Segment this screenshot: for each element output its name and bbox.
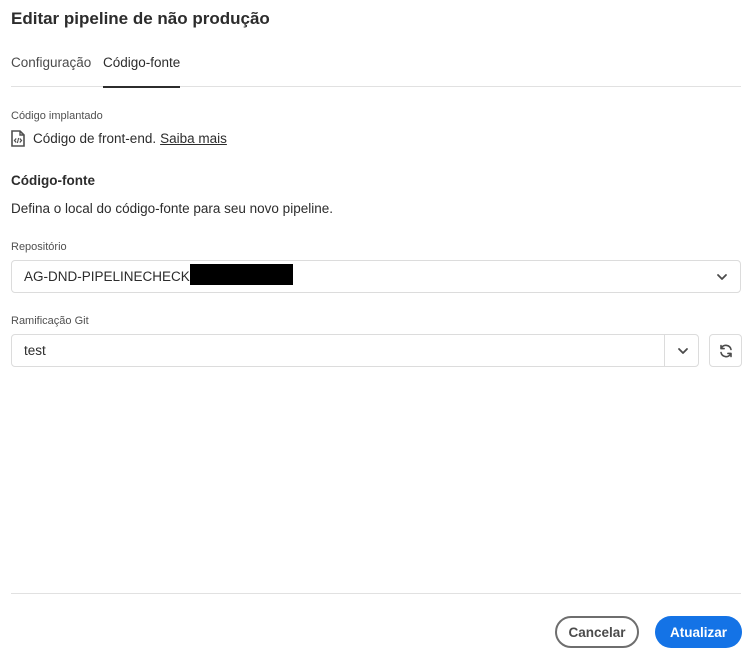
cancel-button[interactable]: Cancelar [555, 616, 639, 648]
update-button[interactable]: Atualizar [655, 616, 742, 648]
repository-label: Repositório [11, 241, 67, 253]
refresh-branches-button[interactable] [709, 334, 742, 367]
redacted-block [190, 264, 293, 285]
learn-more-link[interactable]: Saiba mais [160, 131, 227, 146]
tab-list: Configuração Código-fonte [11, 52, 741, 88]
git-branch-label: Ramificação Git [11, 315, 89, 327]
tab-configuracao[interactable]: Configuração [11, 55, 91, 87]
tab-codigo-fonte[interactable]: Código-fonte [103, 55, 181, 88]
git-branch-dropdown-button[interactable] [665, 335, 699, 366]
deployed-code-row: Código de front-end. Saiba mais [11, 130, 227, 147]
repository-select[interactable]: AG-DND-PIPELINECHECK3-p [11, 260, 741, 293]
refresh-icon [720, 344, 732, 358]
source-code-heading: Código-fonte [11, 173, 95, 188]
git-branch-combobox[interactable]: test [11, 334, 699, 367]
deployed-code-value: Código de front-end. [33, 131, 157, 146]
footer-divider [11, 593, 741, 594]
source-code-description: Defina o local do código-fonte para seu … [11, 201, 333, 216]
chevron-down-icon [676, 344, 690, 358]
chevron-down-icon [715, 270, 729, 284]
deployed-code-label: Código implantado [11, 110, 103, 122]
file-code-icon [11, 130, 26, 147]
edit-pipeline-dialog: Editar pipeline de não produção Configur… [0, 0, 756, 659]
repository-value: AG-DND-PIPELINECHECK3-p [24, 269, 210, 284]
git-branch-value: test [24, 343, 46, 358]
dialog-title: Editar pipeline de não produção [11, 9, 270, 28]
